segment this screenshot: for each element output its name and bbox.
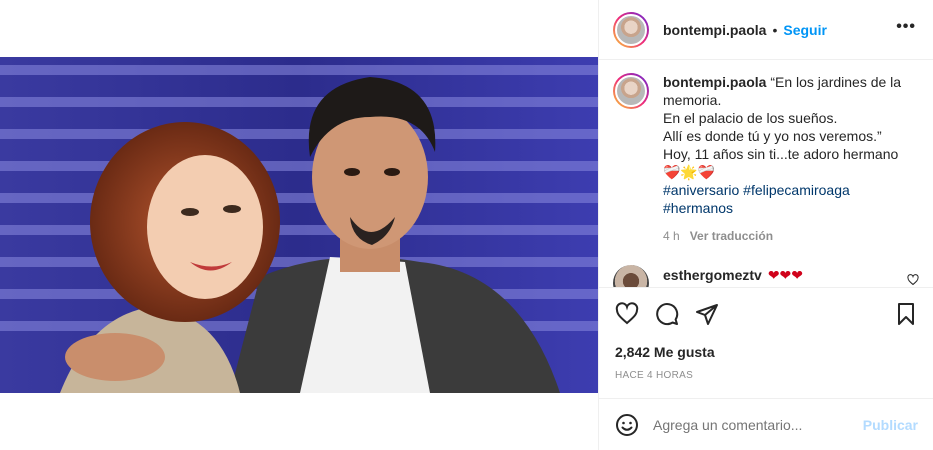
caption-username[interactable]: bontempi.paola bbox=[663, 74, 766, 90]
comment-bubble-icon[interactable] bbox=[655, 302, 679, 326]
post-photo-image bbox=[0, 57, 598, 393]
comments-area[interactable]: bontempi.paola “En los jardines de la me… bbox=[599, 61, 933, 287]
caption-meta: 4 h Ver traducción bbox=[663, 227, 918, 245]
save-bookmark-icon[interactable] bbox=[894, 302, 918, 326]
add-comment-bar: Publicar bbox=[599, 398, 933, 450]
comment-text: ❤❤❤ bbox=[767, 267, 804, 283]
profile-avatar[interactable] bbox=[613, 11, 649, 48]
comment-avatar[interactable] bbox=[613, 265, 649, 287]
more-options-icon[interactable]: ••• bbox=[896, 19, 916, 35]
share-paper-plane-icon[interactable] bbox=[695, 302, 719, 326]
caption-line-2: memoria. bbox=[663, 92, 722, 108]
post-time-ago[interactable]: HACE 4 HORAS bbox=[615, 370, 693, 381]
separator-dot: • bbox=[772, 21, 778, 38]
caption-body: bontempi.paola “En los jardines de la me… bbox=[663, 73, 918, 245]
caption-time[interactable]: 4 h bbox=[663, 227, 680, 245]
comment-like-heart-icon[interactable] bbox=[907, 274, 919, 286]
like-heart-icon[interactable] bbox=[615, 302, 639, 326]
caption-line-4: Allí es donde tú y yo nos veremos.” bbox=[663, 128, 882, 144]
comment-item: esthergomeztv ❤❤❤ bbox=[613, 265, 803, 287]
caption-line-1: “En los jardines de la bbox=[770, 74, 902, 90]
caption-line-3: En el palacio de los sueños. bbox=[663, 110, 838, 126]
publish-button[interactable]: Publicar bbox=[863, 417, 918, 433]
caption-avatar[interactable] bbox=[613, 73, 649, 109]
caption-line-5: Hoy, 11 años sin ti...te adoro hermano bbox=[663, 146, 899, 162]
hashtag-aniversario[interactable]: #aniversario bbox=[663, 182, 739, 198]
media-pane bbox=[0, 0, 598, 450]
emoji-smiley-icon[interactable] bbox=[615, 413, 639, 437]
comment-username[interactable]: esthergomeztv bbox=[663, 267, 762, 283]
post-header: bontempi.paola • Seguir ••• bbox=[599, 0, 933, 60]
caption: bontempi.paola “En los jardines de la me… bbox=[613, 73, 918, 245]
hashtag-felipecamiroaga[interactable]: #felipecamiroaga bbox=[743, 182, 850, 198]
translate-button[interactable]: Ver traducción bbox=[690, 227, 773, 245]
comment-input[interactable] bbox=[653, 416, 853, 433]
follow-button[interactable]: Seguir bbox=[783, 22, 827, 38]
action-icons bbox=[615, 302, 719, 326]
likes-count[interactable]: 2,842 Me gusta bbox=[615, 344, 715, 360]
hashtag-hermanos[interactable]: #hermanos bbox=[663, 200, 733, 216]
post-side-panel: bontempi.paola • Seguir ••• bontempi.pao… bbox=[598, 0, 933, 450]
header-username[interactable]: bontempi.paola bbox=[663, 22, 766, 38]
post-photo[interactable] bbox=[0, 57, 598, 393]
caption-emoji-line: ❤️‍🩹🌟❤️‍🩹 bbox=[663, 164, 716, 180]
